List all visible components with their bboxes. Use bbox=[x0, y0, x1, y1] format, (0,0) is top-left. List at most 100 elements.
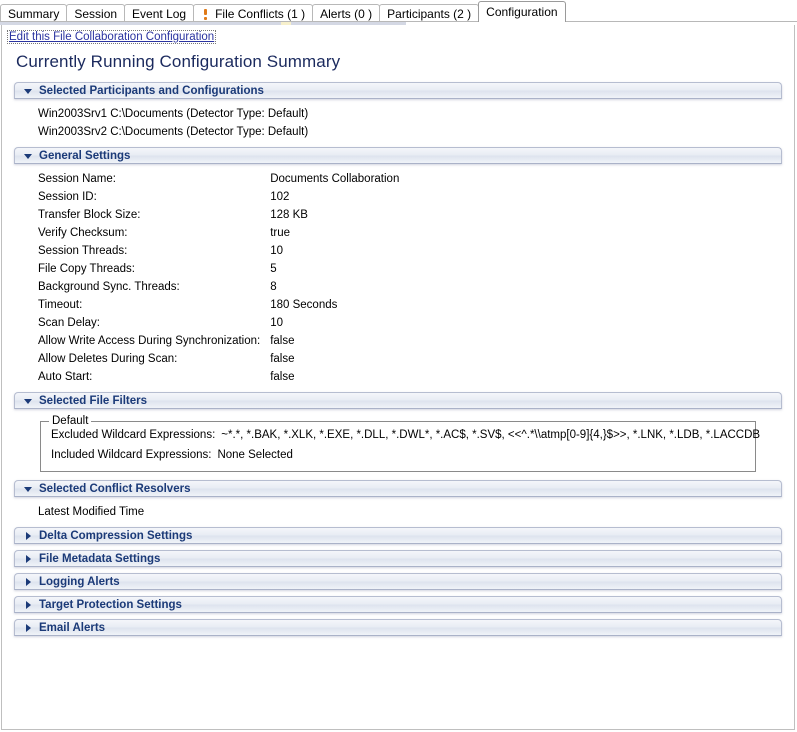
section-header-file-metadata-settings[interactable]: File Metadata Settings bbox=[14, 550, 782, 567]
section-body-selected-file-filters: Default Excluded Wildcard Expressions: ~*… bbox=[14, 409, 782, 480]
filter-group-default: Default Excluded Wildcard Expressions: ~*… bbox=[40, 415, 760, 472]
setting-key: Auto Start: bbox=[38, 371, 93, 383]
section-header-target-protection-settings[interactable]: Target Protection Settings bbox=[14, 596, 782, 613]
table-row: Timeout: 180 Seconds bbox=[38, 296, 399, 314]
chevron-right-icon bbox=[23, 622, 34, 633]
excluded-wildcards-row: Excluded Wildcard Expressions: ~*.*, *.BA… bbox=[51, 426, 760, 444]
table-row: Session Name: Documents Collaboration bbox=[38, 170, 399, 188]
section-header-general-settings[interactable]: General Settings bbox=[14, 147, 782, 164]
table-row: Allow Write Access During Synchronizatio… bbox=[38, 332, 399, 350]
section-title: Email Alerts bbox=[39, 621, 106, 634]
setting-key: Scan Delay: bbox=[38, 317, 101, 329]
table-row: Scan Delay: 10 bbox=[38, 314, 399, 332]
table-row: Session Threads: 10 bbox=[38, 242, 399, 260]
general-settings-table: Session Name: Documents Collaboration Sess… bbox=[38, 170, 399, 386]
table-row: Auto Start: false bbox=[38, 368, 399, 386]
section-title: File Metadata Settings bbox=[39, 552, 161, 565]
participant-list: Win2003Srv1 C:\Documents (Detector Type:… bbox=[14, 105, 782, 141]
section-file-metadata-settings: File Metadata Settings bbox=[14, 550, 782, 573]
table-row: File Copy Threads: 5 bbox=[38, 260, 399, 278]
page-title: Currently Running Configuration Summary bbox=[16, 52, 341, 71]
section-title: Selected File Filters bbox=[39, 394, 148, 407]
chevron-right-icon bbox=[23, 553, 34, 564]
setting-key: Session ID: bbox=[38, 191, 97, 203]
chevron-right-icon bbox=[23, 530, 34, 541]
setting-value: 180 Seconds bbox=[270, 299, 338, 311]
list-item: Win2003Srv2 C:\Documents (Detector Type:… bbox=[38, 126, 309, 138]
setting-value: false bbox=[270, 371, 295, 383]
warning-exclamation-icon bbox=[201, 8, 210, 20]
tab-event-log[interactable]: Event Log bbox=[124, 4, 195, 22]
tab-summary[interactable]: Summary bbox=[0, 4, 68, 22]
excluded-wildcards-value: ~*.*, *.BAK, *.XLK, *.EXE, *.DLL, *.DWL*… bbox=[221, 429, 761, 441]
setting-key: File Copy Threads: bbox=[38, 263, 135, 275]
section-title: Logging Alerts bbox=[39, 575, 120, 588]
list-item: Latest Modified Time bbox=[38, 506, 145, 518]
setting-key: Session Threads: bbox=[38, 245, 128, 257]
setting-key: Allow Deletes During Scan: bbox=[38, 353, 178, 365]
setting-key: Session Name: bbox=[38, 173, 116, 185]
chevron-down-icon bbox=[23, 150, 34, 161]
included-wildcards-value: None Selected bbox=[217, 449, 293, 461]
application-window: Summary Session Event Log File Conflicts (1… bbox=[0, 0, 797, 732]
section-header-selected-file-filters[interactable]: Selected File Filters bbox=[14, 392, 782, 409]
setting-key: Timeout: bbox=[38, 299, 83, 311]
setting-key: Background Sync. Threads: bbox=[38, 281, 180, 293]
setting-value: 102 bbox=[270, 191, 290, 203]
list-item: Win2003Srv1 C:\Documents (Detector Type:… bbox=[38, 108, 309, 120]
section-selected-participants: Selected Participants and Configurations… bbox=[14, 82, 782, 147]
section-header-delta-compression-settings[interactable]: Delta Compression Settings bbox=[14, 527, 782, 544]
section-title: Selected Conflict Resolvers bbox=[39, 482, 191, 495]
section-email-alerts: Email Alerts bbox=[14, 619, 782, 642]
included-wildcards-label: Included Wildcard Expressions: bbox=[51, 449, 212, 461]
tab-session[interactable]: Session bbox=[66, 4, 126, 22]
section-title: General Settings bbox=[39, 149, 131, 162]
setting-value: 128 KB bbox=[270, 209, 308, 221]
chevron-down-icon bbox=[23, 85, 34, 96]
setting-key: Transfer Block Size: bbox=[38, 209, 141, 221]
tab-label: File Conflicts (1 ) bbox=[215, 6, 306, 21]
section-body-selected-participants: Win2003Srv1 C:\Documents (Detector Type:… bbox=[14, 99, 782, 147]
section-title: Delta Compression Settings bbox=[39, 529, 193, 542]
table-row: Session ID: 102 bbox=[38, 188, 399, 206]
setting-key: Verify Checksum: bbox=[38, 227, 128, 239]
section-body-selected-conflict-resolvers: Latest Modified Time bbox=[14, 497, 782, 527]
filter-group-legend: Default bbox=[49, 415, 92, 427]
section-delta-compression-settings: Delta Compression Settings bbox=[14, 527, 782, 550]
section-header-logging-alerts[interactable]: Logging Alerts bbox=[14, 573, 782, 590]
chevron-down-icon bbox=[23, 483, 34, 494]
table-row: Allow Deletes During Scan: false bbox=[38, 350, 399, 368]
tab-file-conflicts-1[interactable]: File Conflicts (1 ) bbox=[193, 4, 314, 22]
tab-label: Event Log bbox=[132, 6, 187, 21]
edit-configuration-link[interactable]: Edit this File Collaboration Configurati… bbox=[7, 30, 217, 44]
table-row: Verify Checksum: true bbox=[38, 224, 399, 242]
section-target-protection-settings: Target Protection Settings bbox=[14, 596, 782, 619]
setting-value: 10 bbox=[270, 245, 284, 257]
tab-bar-filler bbox=[564, 4, 797, 22]
table-row: Background Sync. Threads: 8 bbox=[38, 278, 399, 296]
tab-participants-2[interactable]: Participants (2 ) bbox=[379, 4, 480, 22]
tab-label: Summary bbox=[8, 6, 60, 21]
tab-label: Participants (2 ) bbox=[387, 6, 472, 21]
tab-label: Session bbox=[74, 6, 118, 21]
configuration-panel: Edit this File Collaboration Configurati… bbox=[1, 25, 795, 730]
included-wildcards-row: Included Wildcard Expressions: None Selec… bbox=[51, 446, 745, 464]
section-header-selected-conflict-resolvers[interactable]: Selected Conflict Resolvers bbox=[14, 480, 782, 497]
section-body-general-settings: Session Name: Documents Collaboration Sess… bbox=[14, 164, 782, 392]
tab-alerts-0[interactable]: Alerts (0 ) bbox=[312, 4, 381, 22]
section-title: Selected Participants and Configurations bbox=[39, 84, 264, 97]
tab-label: Configuration bbox=[486, 4, 558, 19]
section-selected-file-filters: Selected File Filters Default Excluded W… bbox=[14, 392, 782, 480]
chevron-down-icon bbox=[23, 395, 34, 406]
excluded-wildcards-label: Excluded Wildcard Expressions: bbox=[51, 429, 216, 441]
section-header-email-alerts[interactable]: Email Alerts bbox=[14, 619, 782, 636]
setting-value: false bbox=[270, 335, 295, 347]
section-logging-alerts: Logging Alerts bbox=[14, 573, 782, 596]
table-row: Transfer Block Size: 128 KB bbox=[38, 206, 399, 224]
section-header-selected-participants[interactable]: Selected Participants and Configurations bbox=[14, 82, 782, 99]
setting-value: true bbox=[270, 227, 291, 239]
setting-key: Allow Write Access During Synchronizatio… bbox=[38, 335, 261, 347]
tab-configuration[interactable]: Configuration bbox=[478, 1, 566, 22]
section-selected-conflict-resolvers: Selected Conflict Resolvers Latest Modif… bbox=[14, 480, 782, 527]
